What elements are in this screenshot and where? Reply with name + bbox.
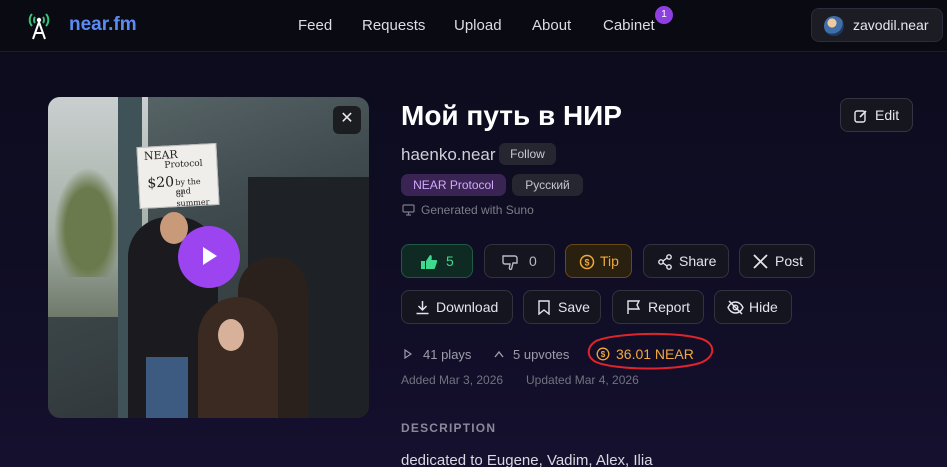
added-date: Added Mar 3, 2026 <box>401 373 504 387</box>
updated-date: Updated Mar 4, 2026 <box>526 373 639 387</box>
download-button[interactable]: Download <box>401 290 513 324</box>
protest-sign: NEAR Protocol $20 by the end of summer <box>136 142 220 210</box>
nav-upload[interactable]: Upload <box>454 17 502 34</box>
close-icon: ✕ <box>340 110 354 127</box>
save-label: Save <box>558 299 590 315</box>
report-button[interactable]: Report <box>612 290 704 324</box>
like-button[interactable]: 5 <box>401 244 473 278</box>
follow-button[interactable]: Follow <box>499 143 556 165</box>
user-account-button[interactable]: zavodil.near <box>811 8 943 42</box>
nav-requests[interactable]: Requests <box>362 17 425 34</box>
thumbs-down-icon <box>502 255 518 271</box>
like-count: 5 <box>446 253 454 269</box>
flag-icon <box>627 300 641 314</box>
edit-icon <box>854 110 867 123</box>
generated-note: Generated with Suno <box>421 203 534 217</box>
hide-button[interactable]: Hide <box>714 290 792 324</box>
download-label: Download <box>436 299 499 315</box>
top-navbar: near.fm Feed Requests Upload About Cabin… <box>0 0 947 52</box>
tag-language[interactable]: Русский <box>512 174 583 196</box>
track-cover-image: NEAR Protocol $20 by the end of summer ✕ <box>48 97 369 418</box>
upvote-icon <box>494 350 504 358</box>
post-to-x-button[interactable]: Post <box>739 244 815 278</box>
nav-about[interactable]: About <box>532 17 571 34</box>
edit-label: Edit <box>875 107 900 123</box>
description-text: dedicated to Eugene, Vadim, Alex, Ilia <box>401 452 653 467</box>
x-logo-icon <box>753 254 768 269</box>
upvote-count: 5 upvotes <box>513 347 570 362</box>
play-icon <box>203 247 217 265</box>
thumbs-up-icon <box>421 255 438 269</box>
dislike-button[interactable]: 0 <box>484 244 555 278</box>
post-label: Post <box>775 253 804 269</box>
user-name: zavodil.near <box>853 17 929 33</box>
close-cover-button[interactable]: ✕ <box>333 106 361 134</box>
report-label: Report <box>648 299 691 315</box>
edit-button[interactable]: Edit <box>840 98 913 132</box>
brand-name[interactable]: near.fm <box>69 14 137 36</box>
red-annotation-circle <box>587 332 714 370</box>
hide-label: Hide <box>749 299 778 315</box>
tip-button[interactable]: $ Tip <box>565 244 632 278</box>
cabinet-notification-badge: 1 <box>655 6 673 24</box>
share-label: Share <box>679 253 717 269</box>
dislike-count: 0 <box>529 253 537 269</box>
save-button[interactable]: Save <box>523 290 601 324</box>
coin-icon: $ <box>579 254 595 270</box>
play-button[interactable] <box>178 226 240 288</box>
radio-tower-logo-icon[interactable] <box>26 10 52 40</box>
track-title: Мой путь в НИР <box>401 100 622 131</box>
nav-feed[interactable]: Feed <box>298 17 332 34</box>
tag-near-protocol[interactable]: NEAR Protocol <box>401 174 506 196</box>
play-count: 41 plays <box>423 347 472 362</box>
eye-off-icon <box>727 300 744 315</box>
share-button[interactable]: Share <box>643 244 729 278</box>
tip-label: Tip <box>600 253 619 269</box>
play-count-icon <box>404 349 412 359</box>
description-heading: DESCRIPTION <box>401 421 497 435</box>
artist-name[interactable]: haenko.near <box>401 145 496 165</box>
bookmark-icon <box>538 300 550 315</box>
avatar <box>824 16 844 36</box>
svg-text:$: $ <box>584 258 589 268</box>
monitor-icon <box>402 204 415 216</box>
download-icon <box>416 301 429 315</box>
share-icon <box>658 254 672 270</box>
nav-cabinet[interactable]: Cabinet <box>603 17 655 34</box>
